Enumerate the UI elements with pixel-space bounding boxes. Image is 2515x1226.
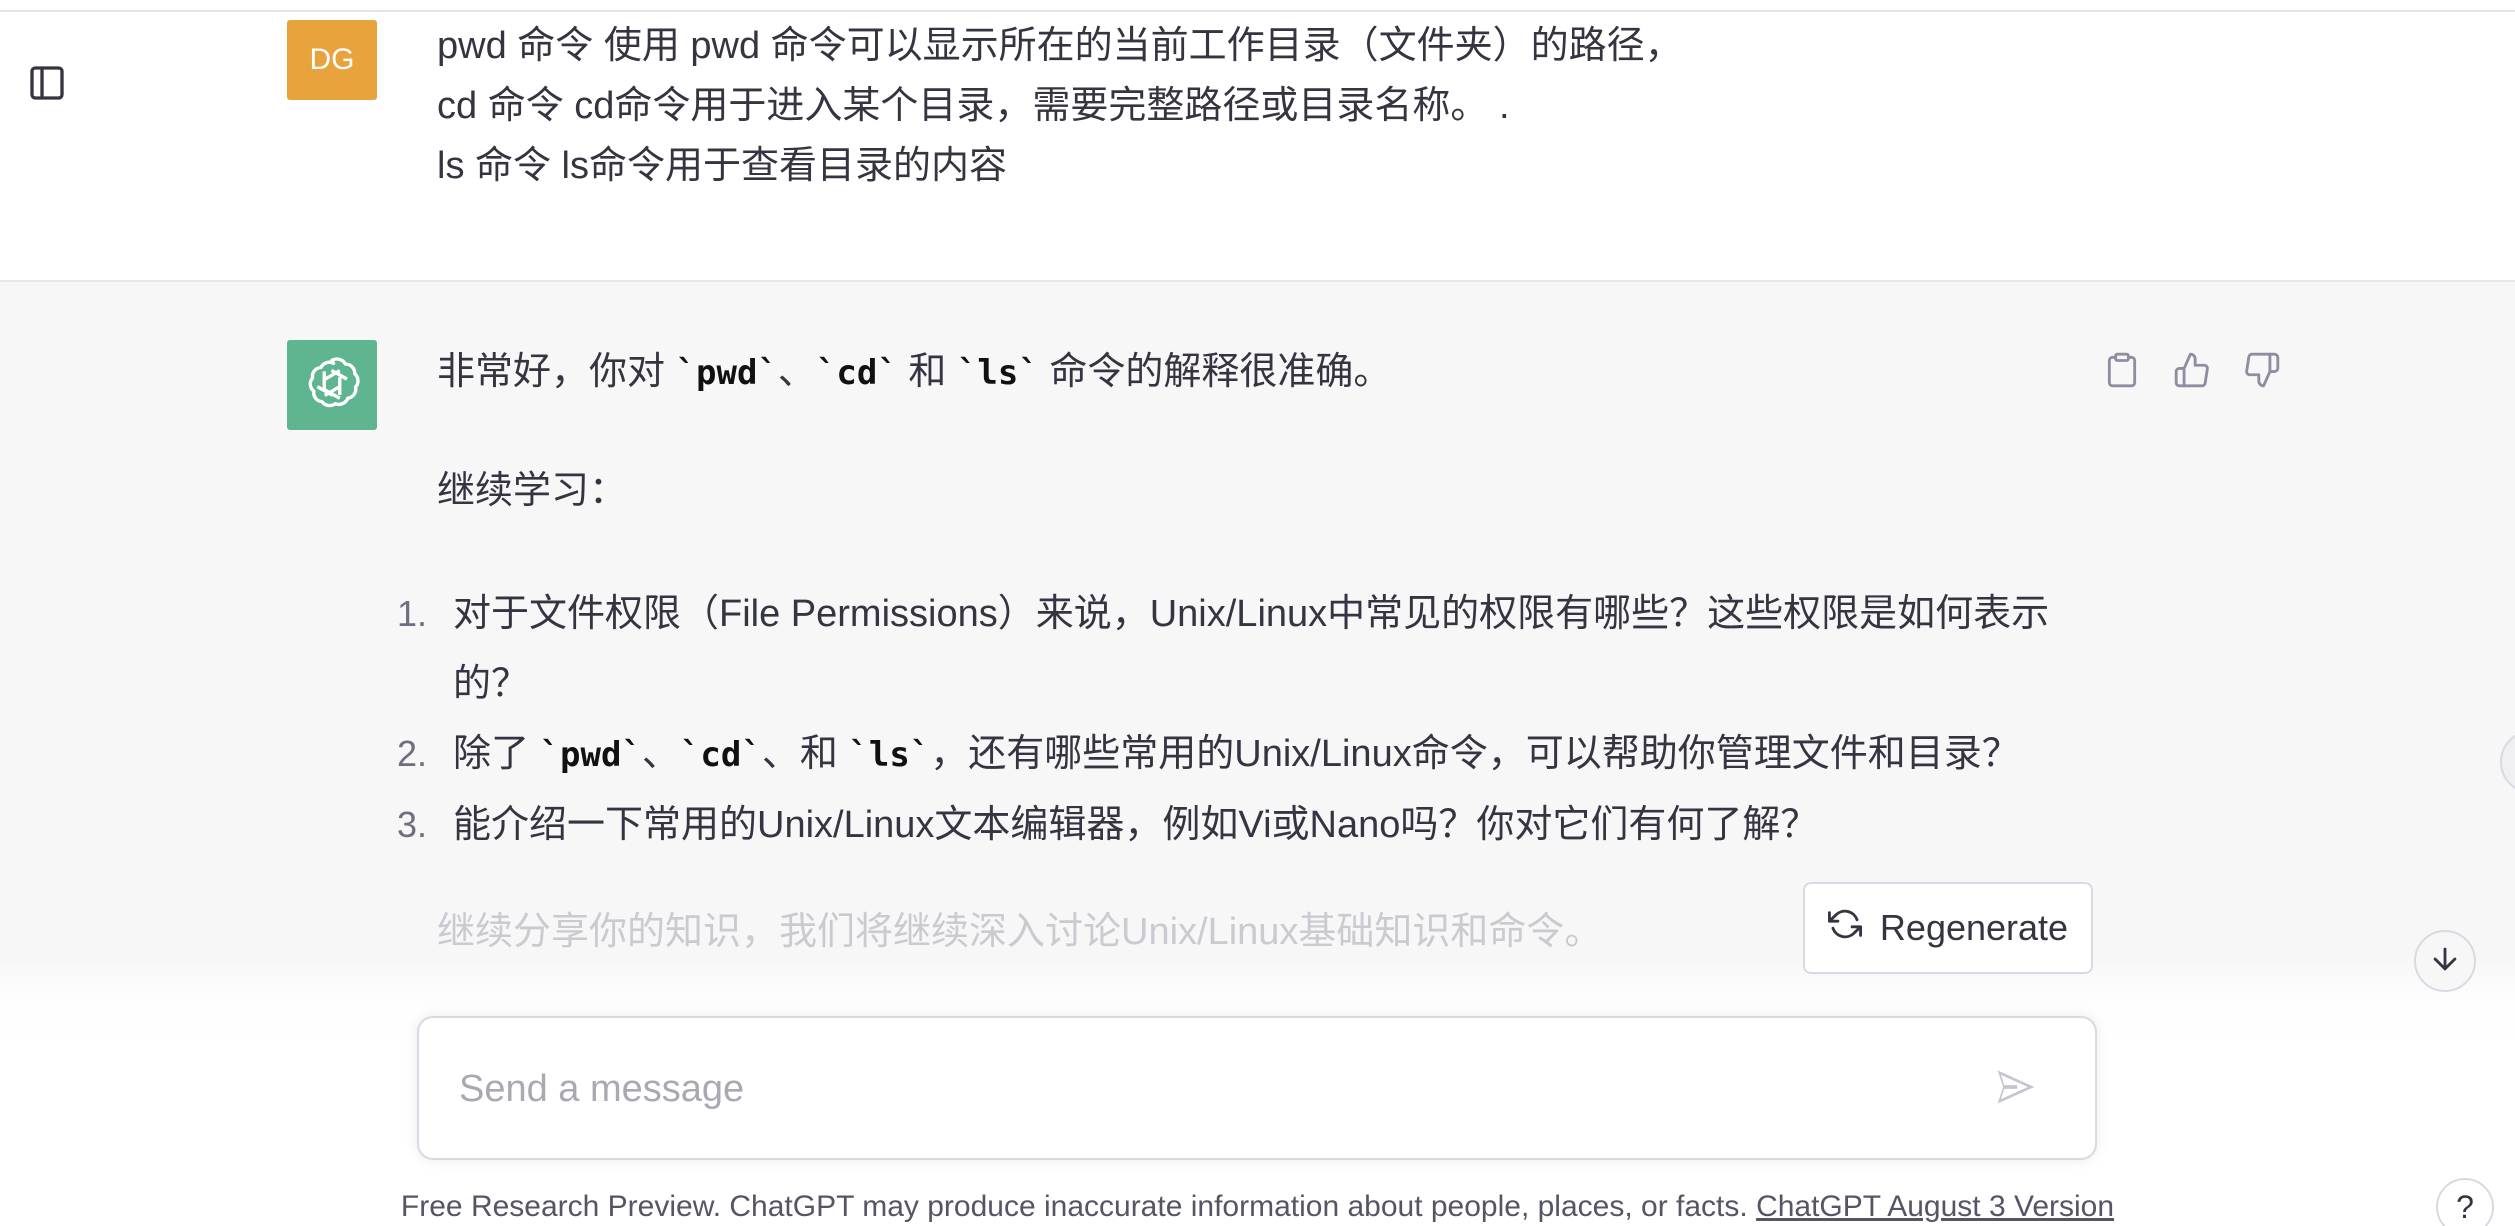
message-composer	[417, 1016, 2097, 1160]
list-item-text: 能介绍一下常用的Unix/Linux文本编辑器，例如Vi或Nano吗？你对它们有…	[453, 804, 1819, 846]
list-item: 2. 除了 `pwd`、`cd`、和 `ls`，还有哪些常用的Unix/Linu…	[397, 719, 2077, 790]
regenerate-button[interactable]: Regenerate	[1803, 882, 2093, 974]
intro-separator-1: 、	[777, 351, 816, 393]
footer-disclaimer: Free Research Preview. ChatGPT may produ…	[0, 1190, 2515, 1224]
regenerate-label: Regenerate	[1879, 907, 2069, 948]
inline-code-pwd: `pwd`	[539, 735, 642, 775]
inline-code-ls: `ls`	[848, 735, 931, 775]
continue-learning-heading: 继续学习：	[437, 470, 628, 512]
version-link[interactable]: ChatGPT August 3 Version	[1756, 1190, 2114, 1223]
openai-logo-icon	[301, 352, 363, 419]
send-icon	[1994, 1065, 2038, 1114]
intro-text-after: 命令的解释很准确。	[1038, 351, 1392, 393]
refresh-icon	[1827, 907, 1862, 950]
thumbs-down-icon	[2243, 351, 2281, 394]
scroll-to-bottom-button[interactable]	[2414, 930, 2476, 992]
user-message: DG pwd 命令 使用 pwd 命令可以显示所在的当前工作目录（文件夹）的路径…	[0, 0, 2515, 282]
intro-separator-2: 和	[897, 351, 957, 393]
sidebar-toggle-button[interactable]	[0, 30, 94, 140]
chat-page: DG pwd 命令 使用 pwd 命令可以显示所在的当前工作目录（文件夹）的路径…	[0, 0, 2515, 1226]
list-item-number: 1.	[397, 593, 428, 634]
list-item-separator-2: 、和	[761, 733, 849, 775]
question-list: 1. 对于文件权限（File Permissions）来说，Unix/Linux…	[397, 579, 2077, 860]
assistant-message-content: 非常好，你对 `pwd`、`cd` 和 `ls` 命令的解释很准确。 继续学习：…	[397, 342, 2097, 962]
user-message-text: pwd 命令 使用 pwd 命令可以显示所在的当前工作目录（文件夹）的路径， c…	[437, 16, 1683, 196]
intro-text-before: 非常好，你对	[437, 351, 676, 393]
message-input[interactable]	[457, 1048, 1941, 1130]
list-item-text: 对于文件权限（File Permissions）来说，Unix/Linux中常见…	[453, 593, 2050, 705]
user-line-3: ls 命令 ls命令用于查看目录的内容	[437, 145, 1008, 187]
inline-code-ls: `ls`	[956, 353, 1039, 393]
assistant-avatar	[287, 340, 377, 430]
list-item-text-after: ，还有哪些常用的Unix/Linux命令，可以帮助你管理文件和目录？	[930, 733, 2020, 775]
user-line-1: pwd 命令 使用 pwd 命令可以显示所在的当前工作目录（文件夹）的路径，	[437, 25, 1683, 67]
list-item-separator-1: 、	[641, 733, 680, 775]
inline-code-pwd: `pwd`	[675, 353, 778, 393]
send-button[interactable]	[1991, 1064, 2041, 1114]
inline-code-cd: `cd`	[815, 353, 898, 393]
inline-code-cd: `cd`	[679, 735, 762, 775]
top-divider	[0, 10, 2515, 12]
sidebar-icon	[27, 63, 67, 108]
arrow-down-icon	[2428, 942, 2462, 981]
list-item-number: 3.	[397, 804, 428, 845]
footer-text: Free Research Preview. ChatGPT may produ…	[400, 1190, 1757, 1223]
user-line-2: cd 命令 cd命令用于进入某个目录，需要完整路径或目录名称。 .	[437, 85, 1510, 127]
list-item-number: 2.	[397, 733, 428, 774]
side-avatar-edge	[2500, 730, 2515, 794]
message-actions	[2100, 350, 2284, 394]
user-avatar: DG	[287, 20, 377, 100]
thumbs-up-button[interactable]	[2170, 350, 2214, 394]
list-item-text-before: 除了	[453, 733, 540, 775]
copy-button[interactable]	[2100, 350, 2144, 394]
list-item: 1. 对于文件权限（File Permissions）来说，Unix/Linux…	[397, 579, 2077, 719]
assistant-intro: 非常好，你对 `pwd`、`cd` 和 `ls` 命令的解释很准确。	[437, 342, 2097, 403]
thumbs-up-icon	[2173, 351, 2211, 394]
list-item: 3. 能介绍一下常用的Unix/Linux文本编辑器，例如Vi或Nano吗？你对…	[397, 790, 2077, 860]
clipboard-icon	[2103, 351, 2141, 394]
thumbs-down-button[interactable]	[2240, 350, 2284, 394]
